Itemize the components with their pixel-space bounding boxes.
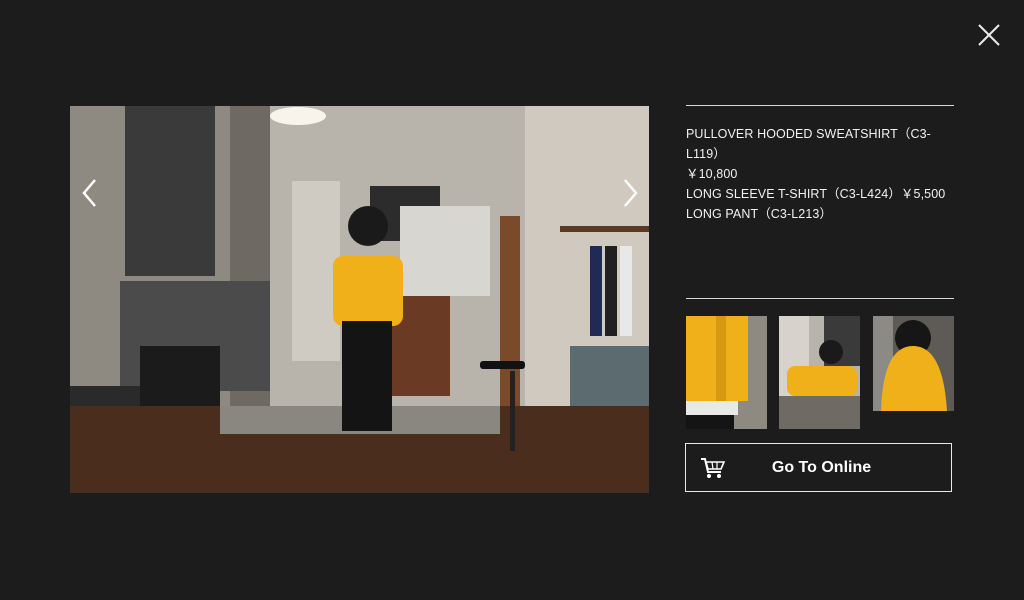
thumbnail-image [779, 316, 860, 429]
product-item: LONG SLEEVE T-SHIRT（C3-L424）￥5,500 [686, 187, 946, 201]
previous-image-button[interactable] [76, 176, 104, 210]
close-button[interactable] [974, 20, 1004, 50]
thumbnail-1[interactable] [686, 316, 767, 429]
thumbnail-image [873, 316, 954, 429]
top-divider [686, 105, 954, 106]
thumbnail-2[interactable] [779, 316, 860, 429]
product-item: LONG PANT（C3-L213） [686, 207, 833, 221]
thumbnail-3[interactable] [873, 316, 954, 429]
middle-divider [686, 298, 954, 299]
main-photo [70, 106, 649, 493]
go-to-online-button[interactable]: Go To Online [685, 443, 952, 492]
thumbnail-image [686, 316, 767, 429]
product-item: PULLOVER HOODED SWEATSHIRT（C3-L119） [686, 127, 931, 161]
product-info-panel: PULLOVER HOODED SWEATSHIRT（C3-L119） ￥10,… [686, 105, 954, 224]
close-icon [978, 24, 1000, 46]
shopping-cart-icon [701, 458, 726, 478]
chevron-left-icon [82, 179, 96, 207]
next-image-button[interactable] [616, 176, 644, 210]
product-list: PULLOVER HOODED SWEATSHIRT（C3-L119） ￥10,… [686, 124, 954, 224]
barbershop-photo [70, 106, 649, 493]
thumbnail-strip [686, 316, 954, 429]
product-item: ￥10,800 [686, 167, 738, 181]
chevron-right-icon [624, 179, 638, 207]
